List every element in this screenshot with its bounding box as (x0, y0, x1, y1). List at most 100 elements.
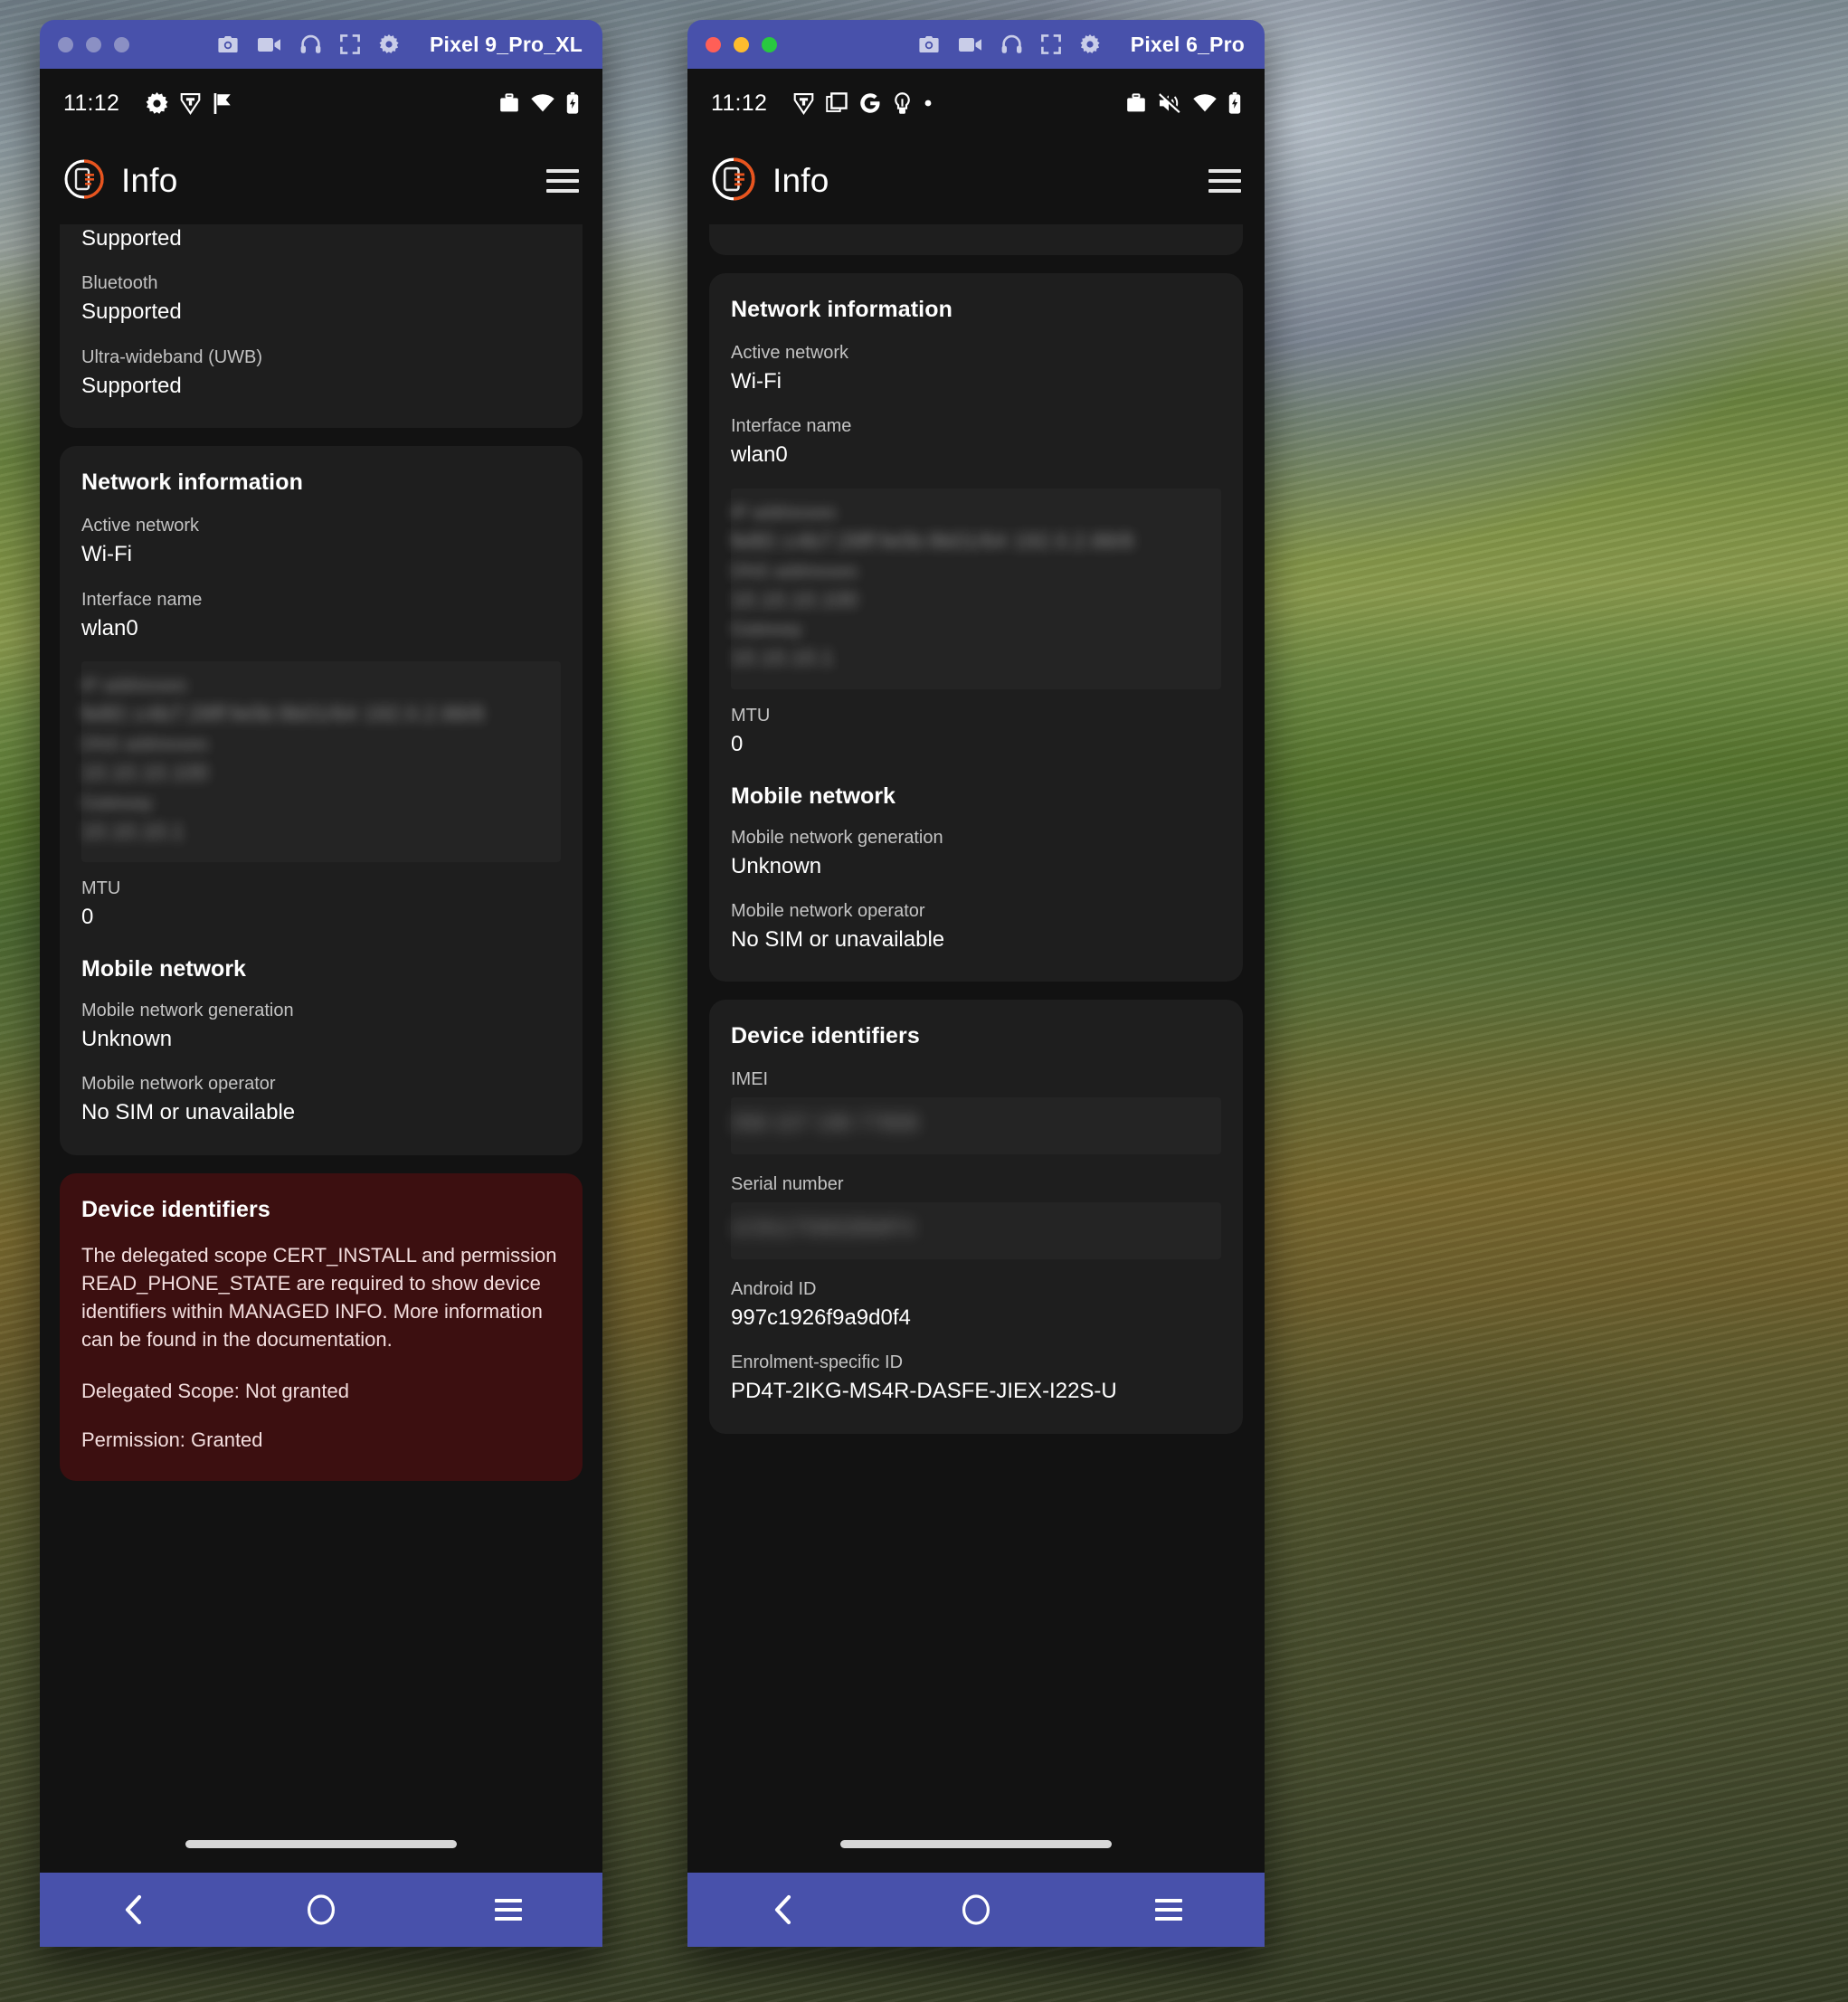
field-label: IMEI (731, 1069, 769, 1090)
app-logo-icon (711, 157, 756, 206)
field-row: Active network Wi-Fi (81, 514, 561, 569)
minimize-dot[interactable] (86, 36, 101, 52)
back-icon[interactable] (687, 1894, 880, 1925)
field-label: MTU (81, 878, 121, 899)
info-scroll-content[interactable]: Supported Bluetooth Supported Ultra-wide… (40, 224, 602, 1815)
field-value-redacted: fe80::c4b7:28ff:fe0b:9b01/64 192.0.2.88/… (81, 701, 485, 726)
camera-icon[interactable] (918, 34, 940, 54)
card-device-identifiers: Device identifiers IMEI 358 107 196 7780… (709, 1000, 1243, 1434)
emulator-window-pixel9[interactable]: Pixel 9_Pro_XL 11:12 Info Supported Blue… (40, 20, 602, 1947)
redacted-network-block: IP addresses fe80::c4b7:28ff:fe0b:9b01/6… (81, 660, 561, 863)
hamburger-menu-icon[interactable] (1208, 169, 1241, 193)
field-label: Interface name (731, 416, 852, 437)
field-label-redacted: IP addresses (731, 502, 837, 523)
camera-icon[interactable] (217, 34, 239, 54)
gesture-pill[interactable] (185, 1839, 457, 1848)
field-row: Mobile network operator No SIM or unavai… (81, 1072, 561, 1127)
warning-body-text: The delegated scope CERT_INSTALL and per… (81, 1243, 557, 1352)
window-toolbar-icons[interactable] (217, 34, 399, 54)
home-icon[interactable] (880, 1893, 1073, 1926)
field-value-redacted: 10.10.10.1 (731, 646, 834, 671)
field-row: Mobile network generation Unknown (731, 826, 1221, 881)
back-icon[interactable] (40, 1894, 227, 1925)
info-scroll-content[interactable]: Network information Active network Wi-Fi… (687, 224, 1265, 1815)
redacted-imei-block: 358 107 196 77808 (731, 1097, 1221, 1155)
field-value-redacted: 358 107 196 77808 (731, 1111, 918, 1136)
hamburger-menu-icon[interactable] (546, 169, 579, 193)
shield-icon (793, 92, 814, 115)
gesture-bar-area (40, 1815, 602, 1873)
field-value-redacted: 10.10.10.100 (731, 587, 858, 612)
subsection-title-mobile-network: Mobile network (731, 783, 896, 809)
field-label: Interface name (81, 589, 203, 610)
work-briefcase-icon (1126, 93, 1146, 113)
phone-screen: 11:12 (40, 69, 602, 1873)
phone-screen: 11:12 (687, 69, 1265, 1873)
field-value: wlan0 (81, 615, 138, 640)
field-value-redacted: 10.10.10.1 (81, 819, 185, 844)
gesture-bar-area (687, 1815, 1265, 1873)
gear-icon (146, 91, 168, 115)
headphones-icon[interactable] (1001, 34, 1022, 54)
fullscreen-icon[interactable] (1040, 34, 1061, 54)
field-row: IMEI 358 107 196 77808 (731, 1067, 1221, 1155)
headphones-icon[interactable] (300, 34, 321, 54)
window-toolbar-icons[interactable] (918, 34, 1100, 54)
close-dot[interactable] (706, 36, 721, 52)
video-camera-icon[interactable] (258, 36, 281, 53)
status-bar-left: 11:12 (63, 90, 232, 117)
fullscreen-icon[interactable] (340, 34, 360, 54)
android-status-bar: 11:12 (40, 69, 602, 138)
lightbulb-icon (893, 91, 912, 115)
app-logo-icon (63, 158, 105, 204)
status-bar-left: 11:12 (711, 90, 933, 117)
recents-icon[interactable] (1072, 1899, 1265, 1921)
field-row: Ultra-wideband (UWB) Supported (81, 346, 561, 401)
gear-icon[interactable] (1080, 34, 1100, 54)
subsection-title-mobile-network: Mobile network (81, 955, 246, 982)
home-icon[interactable] (227, 1893, 414, 1926)
minimize-dot[interactable] (734, 36, 749, 52)
field-value: Wi-Fi (81, 542, 132, 567)
field-row: Android ID 997c1926f9a9d0f4 (731, 1277, 1221, 1333)
shield-icon (180, 92, 201, 115)
zoom-dot[interactable] (762, 36, 777, 52)
emulator-window-pixel6[interactable]: Pixel 6_Pro 11:12 Info Network informati… (687, 20, 1265, 1947)
window-traffic-lights[interactable] (58, 36, 129, 52)
field-row: Mobile network operator No SIM or unavai… (731, 899, 1221, 954)
gear-icon[interactable] (379, 34, 399, 54)
field-label: Active network (81, 516, 200, 536)
window-titlebar[interactable]: Pixel 6_Pro (687, 20, 1265, 69)
field-value-redacted: 1C811T00028WFX (731, 1216, 915, 1241)
wifi-icon (1193, 94, 1217, 112)
card-title: Network information (81, 470, 303, 496)
field-label: MTU (731, 706, 771, 726)
flag-icon (213, 92, 232, 115)
field-label-redacted: Gateway (731, 620, 802, 640)
card-network-information: Network information Active network Wi-Fi… (709, 273, 1243, 982)
field-row: Serial number 1C811T00028WFX (731, 1172, 1221, 1259)
field-value: 997c1926f9a9d0f4 (731, 1305, 911, 1330)
card-title: Device identifiers (81, 1196, 270, 1222)
field-value: 0 (731, 732, 744, 757)
video-camera-icon[interactable] (958, 36, 982, 53)
field-row: Enrolment-specific ID PD4T-2IKG-MS4R-DAS… (731, 1351, 1221, 1406)
dot-icon (924, 99, 933, 108)
gesture-pill[interactable] (840, 1839, 1112, 1848)
emulator-navigation-bar[interactable] (687, 1873, 1265, 1947)
card-network-information: Network information Active network Wi-Fi… (60, 446, 583, 1155)
window-titlebar[interactable]: Pixel 9_Pro_XL (40, 20, 602, 69)
emulator-navigation-bar[interactable] (40, 1873, 602, 1947)
field-label: Serial number (731, 1174, 844, 1195)
field-label-redacted: Gateway (81, 792, 153, 813)
recents-icon[interactable] (415, 1899, 602, 1921)
work-briefcase-icon (499, 93, 519, 113)
app-bar: Info (40, 138, 602, 224)
close-dot[interactable] (58, 36, 73, 52)
window-traffic-lights[interactable] (706, 36, 777, 52)
field-label: Active network (731, 343, 849, 363)
zoom-dot[interactable] (114, 36, 129, 52)
field-value: 0 (81, 905, 94, 930)
field-value-redacted: 10.10.10.100 (81, 760, 209, 785)
field-value: wlan0 (731, 442, 788, 468)
